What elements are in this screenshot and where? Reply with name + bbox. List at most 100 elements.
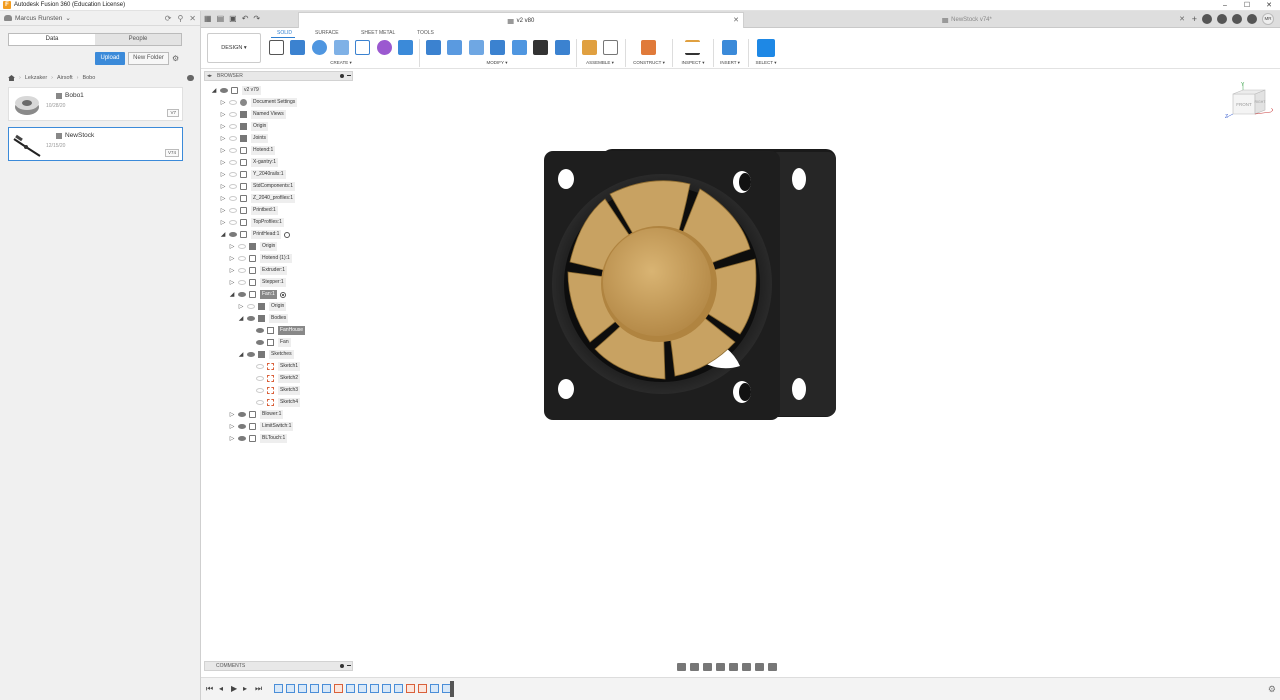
visibility-icon[interactable] [256, 400, 264, 405]
notifications-icon[interactable] [1232, 14, 1242, 24]
press-pull-icon[interactable] [426, 40, 441, 55]
tree-node-z-profiles[interactable]: ▷ Z_2040_profiles:1 [219, 193, 296, 204]
collapsed-icon[interactable]: ▷ [228, 267, 236, 274]
visibility-icon[interactable] [247, 304, 255, 309]
tree-node-blower[interactable]: ▷ Blower:1 [228, 409, 284, 420]
move-copy-icon[interactable] [533, 40, 548, 55]
visibility-icon[interactable] [238, 424, 246, 429]
combine-icon[interactable] [512, 40, 527, 55]
timeline-sketch-feature[interactable] [406, 684, 415, 693]
offset-plane-icon[interactable] [641, 40, 656, 55]
tree-node-printbed[interactable]: ▷ Printbed:1 [219, 205, 278, 216]
step-back-icon[interactable]: ◂ [219, 685, 223, 693]
tree-node-origin[interactable]: ▷ Origin [237, 301, 287, 312]
visibility-icon[interactable] [229, 160, 237, 165]
timeline-feature[interactable] [274, 684, 283, 693]
timeline-sketch-feature[interactable] [334, 684, 343, 693]
gear-icon[interactable]: ⚙ [1268, 684, 1276, 695]
breadcrumb-item[interactable]: Lekzaker [25, 75, 47, 81]
visibility-icon[interactable] [256, 364, 264, 369]
fan-3d-model[interactable] [540, 144, 840, 424]
avatar[interactable]: MR [1262, 13, 1274, 25]
chamfer-icon[interactable] [469, 40, 484, 55]
collapsed-icon[interactable]: ▷ [228, 255, 236, 262]
help-icon[interactable] [1247, 14, 1257, 24]
shell-icon[interactable] [490, 40, 505, 55]
tab-data[interactable]: Data [9, 34, 95, 45]
tree-node-body-fan[interactable]: Fan [254, 337, 291, 348]
timeline-feature[interactable] [370, 684, 379, 693]
new-folder-button[interactable]: New Folder [128, 52, 169, 65]
visibility-icon[interactable] [220, 88, 228, 93]
hole-icon[interactable] [398, 40, 413, 55]
workspace-switcher[interactable]: DESIGN ▾ [207, 33, 261, 63]
tree-node-joints[interactable]: ▷ Joints [219, 133, 269, 144]
visibility-icon[interactable] [238, 412, 246, 417]
tab-solid[interactable]: SOLID [277, 30, 292, 36]
version-badge[interactable]: V7 [167, 109, 179, 117]
file-card-newstock[interactable]: NewStock 12/15/20 V74 [8, 127, 183, 161]
collapsed-icon[interactable]: ▷ [219, 159, 227, 166]
timeline-feature[interactable] [394, 684, 403, 693]
select-menu[interactable]: SELECT ▾ [756, 60, 777, 66]
assemble-menu[interactable]: ASSEMBLE ▾ [586, 60, 614, 66]
expanded-icon[interactable]: ◢ [237, 351, 245, 358]
timeline-feature[interactable] [322, 684, 331, 693]
search-icon[interactable]: ⚲ [177, 14, 183, 23]
visibility-icon[interactable] [256, 388, 264, 393]
tree-node-sketch[interactable]: Sketch3 [254, 385, 301, 396]
home-icon[interactable] [8, 75, 15, 81]
job-status-icon[interactable] [1217, 14, 1227, 24]
breadcrumb-item[interactable]: Bobo [82, 75, 95, 81]
close-tab-icon[interactable]: ✕ [733, 13, 739, 29]
tab-tools[interactable]: TOOLS [417, 30, 434, 36]
go-to-end-icon[interactable]: ⏭ [255, 685, 262, 693]
doc-tab-v2[interactable]: v2 v80 ✕ [298, 12, 744, 28]
collapsed-icon[interactable]: ▷ [219, 195, 227, 202]
visibility-icon[interactable] [229, 232, 237, 237]
timeline-feature[interactable] [298, 684, 307, 693]
tree-node-stepper[interactable]: ▷ Stepper:1 [228, 277, 286, 288]
visibility-icon[interactable] [256, 340, 264, 345]
breadcrumb-item[interactable]: Airsoft [57, 75, 73, 81]
tab-people[interactable]: People [95, 34, 181, 45]
visibility-icon[interactable] [238, 292, 246, 297]
new-component-icon[interactable] [582, 40, 597, 55]
grid-menu-icon[interactable]: ▦ [204, 14, 212, 23]
tree-node-origin[interactable]: ▷ Origin [219, 121, 269, 132]
collapsed-icon[interactable]: ▷ [219, 99, 227, 106]
tree-node-bodies[interactable]: ◢ Bodies [237, 313, 289, 324]
pin-icon[interactable] [340, 74, 344, 78]
collapsed-icon[interactable]: ▷ [228, 243, 236, 250]
insert-image-icon[interactable] [722, 40, 737, 55]
visibility-icon[interactable] [229, 136, 237, 141]
revolve-icon[interactable] [312, 40, 327, 55]
tree-node-printhead[interactable]: ◢ PrintHead:1 [219, 229, 291, 240]
activate-component-radio[interactable] [279, 291, 286, 298]
tree-node-fan[interactable]: ◢ Fan:1 [228, 289, 286, 300]
fillet-icon[interactable] [447, 40, 462, 55]
minimize-button[interactable]: – [1214, 0, 1236, 11]
tree-node-sketch[interactable]: Sketch2 [254, 373, 301, 384]
tree-node-sketch[interactable]: Sketch4 [254, 397, 301, 408]
create-menu[interactable]: CREATE ▾ [330, 60, 351, 66]
collapsed-icon[interactable]: ▷ [228, 423, 236, 430]
zoom-icon[interactable] [716, 662, 725, 671]
timeline-feature[interactable] [382, 684, 391, 693]
visibility-icon[interactable] [229, 100, 237, 105]
expanded-icon[interactable]: ◢ [228, 291, 236, 298]
visibility-icon[interactable] [238, 256, 246, 261]
measure-icon[interactable] [685, 40, 700, 55]
sweep-icon[interactable] [334, 40, 349, 55]
timeline-feature[interactable] [346, 684, 355, 693]
collapsed-icon[interactable]: ▷ [219, 147, 227, 154]
inspect-menu[interactable]: INSPECT ▾ [682, 60, 705, 66]
extensions-icon[interactable] [1202, 14, 1212, 24]
insert-menu[interactable]: INSERT ▾ [720, 60, 740, 66]
modify-menu[interactable]: MODIFY ▾ [487, 60, 508, 66]
extrude-icon[interactable] [290, 40, 305, 55]
close-window-button[interactable]: ✕ [1258, 0, 1280, 11]
tree-node-std-components[interactable]: ▷ StdComponents:1 [219, 181, 296, 192]
visibility-icon[interactable] [247, 352, 255, 357]
expanded-icon[interactable]: ◢ [237, 315, 245, 322]
